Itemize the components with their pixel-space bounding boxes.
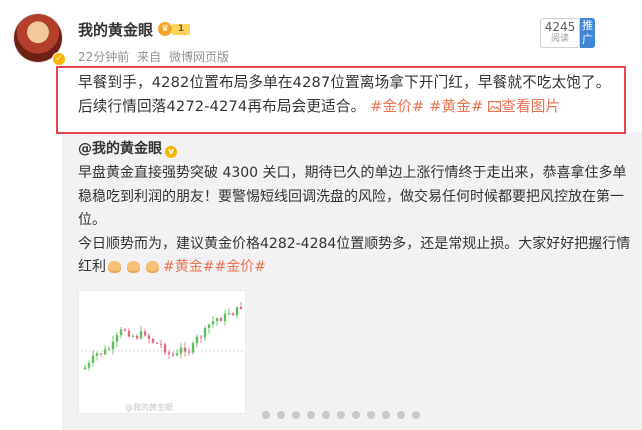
post-line-1: 早餐到手，4282位置布局多单在4287位置离场拿下开门红，早餐就不吃太饱了。 xyxy=(78,74,611,91)
candle-body xyxy=(171,354,175,356)
candle-body xyxy=(175,353,179,356)
candle-body xyxy=(235,306,239,316)
candle-body xyxy=(187,351,191,353)
view-image-label: 查看图片 xyxy=(501,98,561,115)
candle-body xyxy=(167,352,171,355)
promote-button[interactable]: 推广 xyxy=(580,18,595,48)
source-prefix: 来自 xyxy=(137,50,162,64)
loading-dot xyxy=(397,411,405,419)
loading-dot xyxy=(262,411,270,419)
candle-body xyxy=(135,335,139,339)
fist-emoji-icon xyxy=(108,261,121,273)
loading-dot xyxy=(307,411,315,419)
chart-thumbnail[interactable] xyxy=(78,290,246,414)
candle-body xyxy=(211,321,215,325)
read-label: 阅读 xyxy=(550,34,569,44)
candle-body xyxy=(83,367,87,369)
candle-body xyxy=(159,343,163,345)
repost-paragraph-1: 早盘黄金直接强势突破 4300 关口，期待已久的单边上涨行情终于走出来，恭喜拿住… xyxy=(78,165,627,228)
loading-dot xyxy=(277,411,285,419)
candle-body xyxy=(127,330,131,337)
candle-body xyxy=(207,324,211,328)
repost-paragraph-2: 今日顺势而为，建议黄金价格4282-4284位置顺势多，还是常规止损。大家好好把… xyxy=(78,235,631,276)
topic-gold[interactable]: #黄金# xyxy=(429,98,483,115)
post-meta: 22分钟前 来自 微博网页版 xyxy=(78,48,233,65)
crown-icon: ♛ xyxy=(158,22,172,36)
loading-dot xyxy=(337,411,345,419)
candle-body xyxy=(87,362,91,368)
loading-dot xyxy=(382,411,390,419)
candle-body xyxy=(227,313,231,315)
post-time[interactable]: 22分钟前 xyxy=(78,50,129,64)
fist-emoji-icon xyxy=(146,261,159,273)
candle-body xyxy=(99,353,103,355)
candle-body xyxy=(107,349,111,351)
loading-dot xyxy=(322,411,330,419)
loading-dot xyxy=(292,411,300,419)
candle-body xyxy=(91,355,95,363)
candle-body xyxy=(199,336,203,338)
candle-body xyxy=(131,335,135,337)
candle-body xyxy=(239,306,243,309)
candle-body xyxy=(223,313,227,322)
vip-level: 1 xyxy=(172,24,190,35)
candle-body xyxy=(163,344,167,353)
read-counter: 4245 阅读 xyxy=(540,18,580,48)
candle-body xyxy=(195,336,199,344)
loading-indicator xyxy=(262,404,427,423)
loading-dot xyxy=(367,411,375,419)
post-line-2: 后续行情回落4272-4274再布局会更适合。 xyxy=(78,98,366,115)
candle-body xyxy=(191,343,195,353)
username[interactable]: 我的黄金眼 xyxy=(78,19,153,40)
read-count: 4245 xyxy=(544,20,576,34)
candle-body xyxy=(143,331,147,336)
post-text: 早餐到手，4282位置布局多单在4287位置离场拿下开门红，早餐就不吃太饱了。 … xyxy=(78,71,623,119)
repost-author-name: @我的黄金眼 xyxy=(78,141,162,157)
candle-body xyxy=(103,349,107,355)
candle-body xyxy=(111,341,115,350)
candle-body xyxy=(155,342,159,344)
topic-gold-price[interactable]: #金价# xyxy=(370,98,424,115)
candle-body xyxy=(215,318,219,322)
candlestick-chart-icon xyxy=(81,301,243,371)
candle-body xyxy=(119,329,123,336)
loading-dot xyxy=(412,411,420,419)
candle-body xyxy=(219,318,223,322)
candle-body xyxy=(203,327,207,338)
image-icon xyxy=(488,101,502,113)
vip-badge[interactable]: ♛ 1 xyxy=(158,22,192,37)
candle-body xyxy=(231,313,235,316)
candle-body xyxy=(95,353,99,356)
verified-badge-icon: ✓ xyxy=(52,52,66,66)
repost-text: 早盘黄金直接强势突破 4300 关口，期待已久的单边上涨行情终于走出来，恭喜拿住… xyxy=(78,162,633,280)
candle-body xyxy=(147,335,151,339)
candle-body xyxy=(139,331,143,339)
view-image-link[interactable]: 查看图片 xyxy=(488,98,560,115)
candle-body xyxy=(183,347,187,352)
loading-dot xyxy=(352,411,360,419)
candle-body xyxy=(179,347,183,354)
gold-verified-icon: v xyxy=(165,146,177,158)
fist-emoji-icon xyxy=(127,261,140,273)
repost-author[interactable]: @我的黄金眼 v xyxy=(78,138,177,158)
post-source: 微博网页版 xyxy=(168,50,229,64)
repost-topics[interactable]: #黄金##金价# xyxy=(163,259,266,275)
thumbnail-watermark: @我的黄金眼 xyxy=(125,403,173,412)
candle-body xyxy=(151,338,155,343)
candle-body xyxy=(115,335,119,342)
candle-body xyxy=(123,329,127,331)
